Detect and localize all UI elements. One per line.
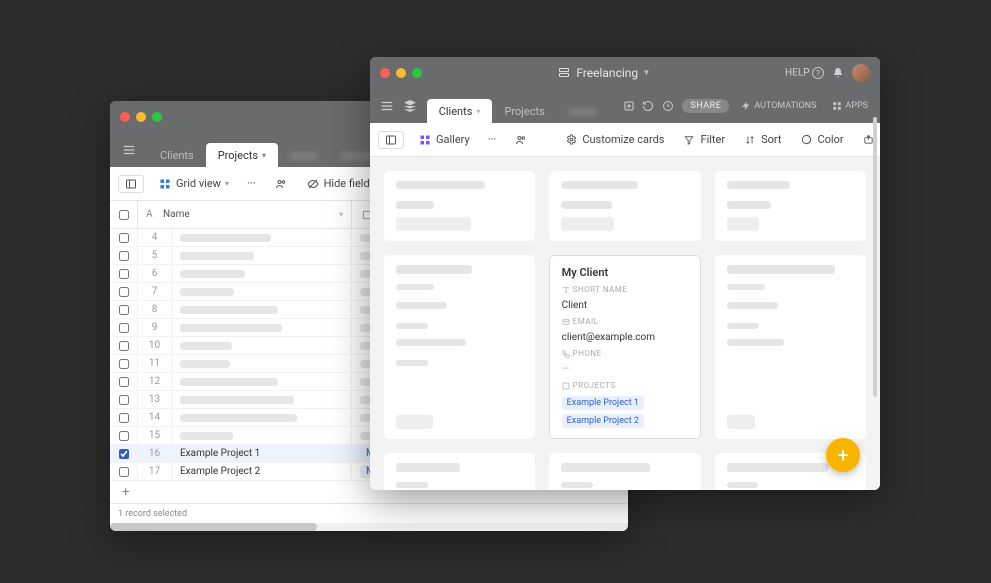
projects-label: PROJECTS: [562, 381, 689, 390]
phone-value: —: [562, 364, 689, 375]
tab-projects[interactable]: Projects: [492, 99, 556, 123]
help-button[interactable]: HELP ?: [785, 67, 824, 79]
traffic-lights: [380, 68, 422, 78]
row-checkbox[interactable]: [119, 251, 129, 261]
vertical-scrollbar[interactable]: [873, 117, 877, 397]
customize-cards-button[interactable]: Customize cards: [560, 129, 668, 151]
gallery-card[interactable]: xxxxx: [715, 171, 866, 241]
menu-icon[interactable]: [378, 95, 396, 117]
collaborators-button[interactable]: [270, 174, 292, 194]
sidebar-toggle[interactable]: [378, 131, 404, 149]
maximize-icon[interactable]: [152, 112, 162, 122]
window-title: Freelancing▾: [432, 66, 775, 80]
sort-icon: [743, 133, 757, 147]
sort-button[interactable]: Sort: [739, 129, 785, 151]
traffic-lights: [120, 112, 162, 122]
row-checkbox[interactable]: [119, 431, 129, 441]
menu-icon[interactable]: [118, 139, 140, 161]
featured-client-card[interactable]: My Client SHORT NAME Client EMAIL client…: [549, 255, 702, 439]
row-checkbox[interactable]: [119, 395, 129, 405]
tab-bar: Clients▾ Projects xxxxx SHARE AUTOMATION…: [370, 89, 880, 123]
tab-projects[interactable]: Projects▾: [206, 143, 278, 167]
clock-icon[interactable]: [662, 100, 674, 112]
sidebar-toggle[interactable]: [118, 175, 144, 193]
gear-icon: [564, 133, 578, 147]
eye-off-icon: [306, 177, 320, 191]
database-icon: [558, 67, 570, 79]
grid-view-button[interactable]: Grid view ▾: [154, 173, 233, 195]
view-menu-button[interactable]: ···: [484, 129, 501, 150]
status-bar: 1 record selected: [110, 503, 628, 523]
apps-button[interactable]: APPS: [828, 97, 872, 115]
add-record-fab[interactable]: +: [826, 438, 860, 472]
project-chip[interactable]: Example Project 2: [562, 414, 644, 428]
row-checkbox[interactable]: [119, 269, 129, 279]
gallery-card[interactable]: [384, 453, 535, 490]
filter-icon: [682, 133, 696, 147]
row-checkbox[interactable]: [119, 305, 129, 315]
grid-icon: [158, 177, 172, 191]
close-icon[interactable]: [120, 112, 130, 122]
color-icon: [799, 133, 813, 147]
gallery-card[interactable]: xxxxxxxxxx xxxx: [384, 171, 535, 241]
history-icon[interactable]: [642, 100, 654, 112]
bell-icon[interactable]: [832, 67, 844, 79]
share-button[interactable]: SHARE: [682, 99, 729, 113]
horizontal-scrollbar[interactable]: [110, 523, 628, 531]
project-chips: Example Project 1 Example Project 2: [562, 396, 689, 428]
gallery-view-button[interactable]: Gallery: [414, 129, 474, 151]
clients-window: Freelancing▾ HELP ? Clients▾ Projects xx…: [370, 57, 880, 490]
column-name[interactable]: A Name ▾: [138, 201, 352, 228]
view-toolbar: Gallery ··· Customize cards Filter Sort: [370, 123, 880, 157]
project-chip[interactable]: Example Project 1: [562, 396, 644, 410]
row-checkbox[interactable]: [119, 413, 129, 423]
color-button[interactable]: Color: [795, 129, 847, 151]
tab-clients[interactable]: Clients▾: [427, 99, 493, 123]
short-name-label: SHORT NAME: [562, 285, 689, 294]
email-value: client@example.com: [562, 332, 689, 343]
collaborators-button[interactable]: [510, 130, 532, 150]
row-checkbox[interactable]: [119, 449, 129, 459]
gallery-card[interactable]: xxxxxx xxx: [549, 171, 700, 241]
minimize-icon[interactable]: [136, 112, 146, 122]
hide-fields-button[interactable]: Hide fields: [302, 173, 380, 195]
maximize-icon[interactable]: [412, 68, 422, 78]
row-checkbox[interactable]: [119, 341, 129, 351]
row-checkbox[interactable]: [119, 233, 129, 243]
tab-clients[interactable]: Clients: [148, 143, 206, 167]
gallery-card[interactable]: xxxxxx: [384, 255, 535, 439]
short-name-value: Client: [562, 300, 689, 311]
gallery-icon: [418, 133, 432, 147]
phone-label: PHONE: [562, 349, 689, 358]
close-icon[interactable]: [380, 68, 390, 78]
row-checkbox[interactable]: [119, 323, 129, 333]
automations-button[interactable]: AUTOMATIONS: [737, 97, 820, 115]
card-title: My Client: [562, 266, 689, 279]
gallery-card[interactable]: xxxx: [715, 255, 866, 439]
row-checkbox[interactable]: [119, 287, 129, 297]
minimize-icon[interactable]: [396, 68, 406, 78]
avatar[interactable]: [852, 64, 870, 82]
select-all-checkbox[interactable]: [110, 201, 138, 228]
email-label: EMAIL: [562, 317, 689, 326]
row-checkbox[interactable]: [119, 359, 129, 369]
titlebar: Freelancing▾ HELP ?: [370, 57, 880, 89]
tab-hidden[interactable]: xxxxx: [557, 99, 608, 123]
row-checkbox[interactable]: [119, 377, 129, 387]
filter-button[interactable]: Filter: [678, 129, 729, 151]
gallery-card[interactable]: [549, 453, 700, 490]
add-table-button[interactable]: [620, 95, 638, 117]
view-menu-button[interactable]: ···: [243, 173, 260, 194]
workspace-icon[interactable]: [400, 95, 418, 117]
row-checkbox[interactable]: [119, 467, 129, 477]
gallery-area: xxxxxxxxxx xxxx xxxxxx xxx xxxxx: [370, 157, 880, 490]
tab-hidden-1[interactable]: xxxxx: [278, 143, 329, 167]
